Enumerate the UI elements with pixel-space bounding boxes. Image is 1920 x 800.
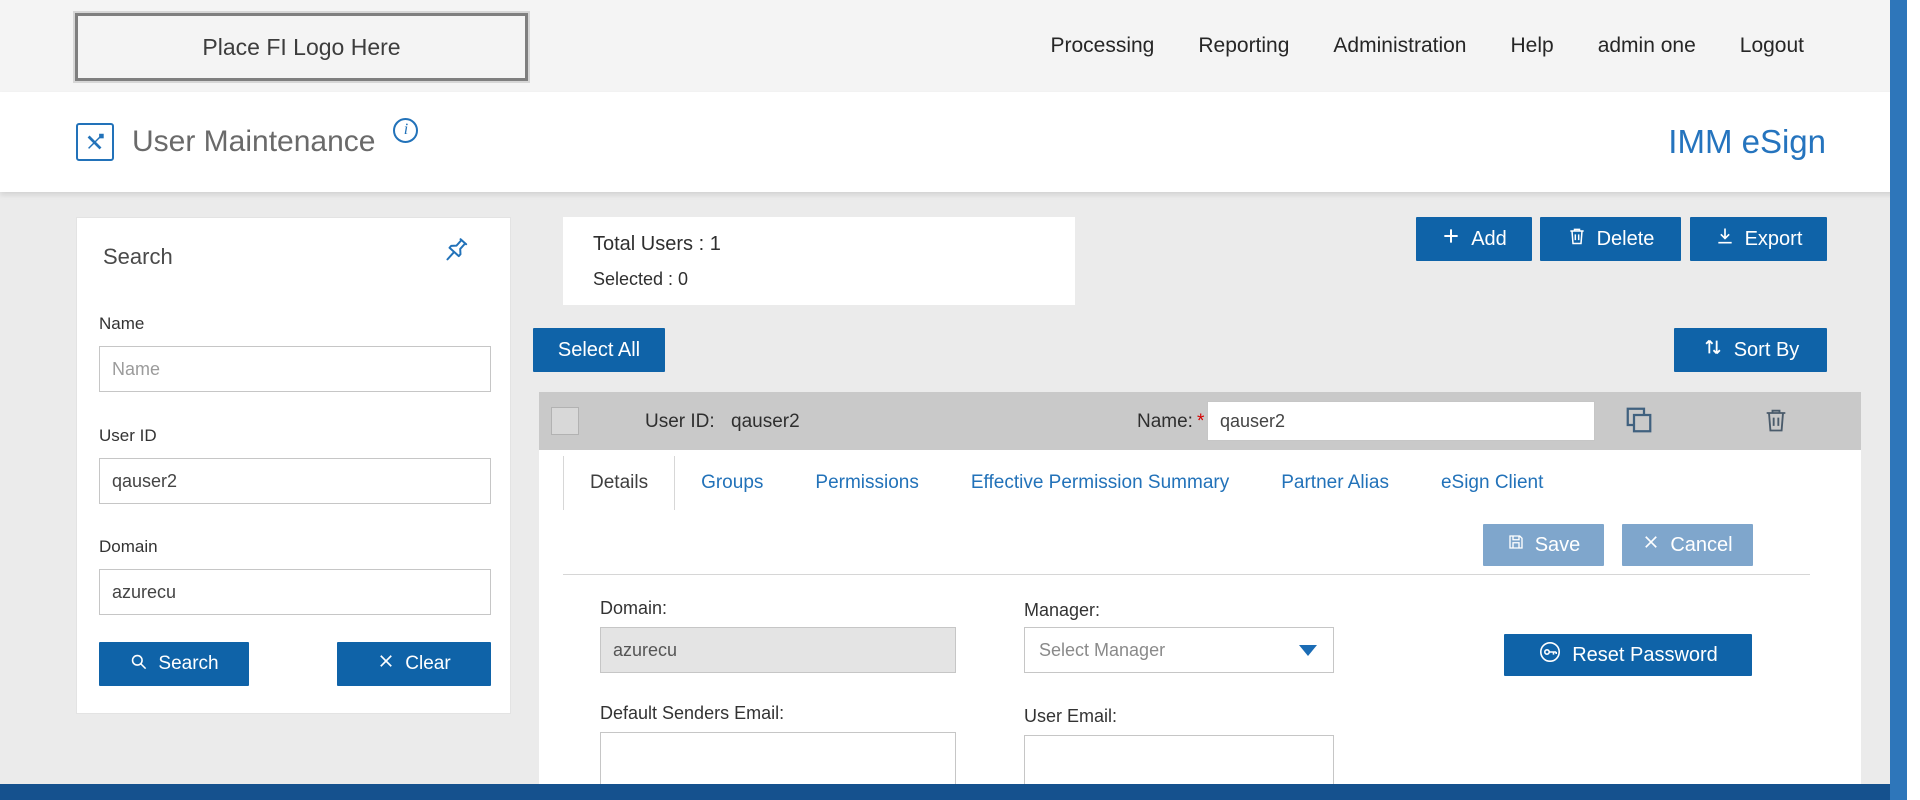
fi-logo-placeholder: Place FI Logo Here bbox=[75, 13, 528, 81]
copy-icon bbox=[1624, 405, 1654, 438]
save-button-label: Save bbox=[1535, 534, 1581, 557]
search-button[interactable]: Search bbox=[99, 642, 249, 686]
page-header: User Maintenance i IMM eSign bbox=[0, 92, 1920, 192]
row-name-input[interactable] bbox=[1207, 401, 1595, 441]
cancel-icon bbox=[1642, 533, 1660, 557]
user-record-row: User ID: qauser2 Name:* bbox=[539, 392, 1861, 450]
nav-help[interactable]: Help bbox=[1510, 34, 1553, 58]
user-detail-card: Details Groups Permissions Effective Per… bbox=[539, 450, 1861, 784]
clear-icon bbox=[377, 652, 395, 676]
default-senders-email-label: Default Senders Email: bbox=[600, 703, 784, 724]
pin-icon[interactable] bbox=[440, 236, 472, 268]
brand-logo: IMM eSign bbox=[1668, 92, 1826, 192]
selected-count-text: Selected : 0 bbox=[593, 269, 688, 290]
chevron-down-icon bbox=[1299, 645, 1317, 656]
default-senders-email-input[interactable] bbox=[600, 732, 956, 784]
tab-effective-permission-summary[interactable]: Effective Permission Summary bbox=[945, 456, 1255, 510]
save-button[interactable]: Save bbox=[1483, 524, 1604, 566]
form-domain-label: Domain: bbox=[600, 598, 667, 619]
top-nav: Processing Reporting Administration Help… bbox=[1050, 0, 1804, 92]
select-all-label: Select All bbox=[558, 339, 640, 362]
key-icon bbox=[1538, 640, 1562, 670]
search-button-label: Search bbox=[158, 653, 218, 675]
search-icon bbox=[129, 652, 148, 677]
delete-button-label: Delete bbox=[1597, 228, 1655, 251]
cancel-button-label: Cancel bbox=[1670, 534, 1732, 557]
delete-button[interactable]: Delete bbox=[1540, 217, 1681, 261]
page: Place FI Logo Here Processing Reporting … bbox=[0, 0, 1920, 800]
row-name-label-text: Name: bbox=[1137, 411, 1193, 432]
reset-password-button[interactable]: Reset Password bbox=[1504, 634, 1752, 676]
tab-groups[interactable]: Groups bbox=[675, 456, 789, 510]
manager-dropdown-value: Select Manager bbox=[1039, 640, 1165, 661]
row-user-id-value: qauser2 bbox=[731, 411, 800, 433]
add-button[interactable]: Add bbox=[1416, 217, 1532, 261]
export-button-label: Export bbox=[1745, 228, 1803, 251]
footer-bar bbox=[0, 784, 1920, 800]
user-id-label: User ID bbox=[99, 426, 157, 446]
user-maintenance-icon bbox=[76, 123, 114, 161]
top-bar: Place FI Logo Here Processing Reporting … bbox=[0, 0, 1920, 92]
search-panel: Search Name User ID Domain Search Clear bbox=[76, 217, 511, 714]
domain-input[interactable] bbox=[99, 569, 491, 615]
clear-button-label: Clear bbox=[405, 653, 450, 675]
row-trash-icon bbox=[1762, 406, 1790, 437]
user-id-input[interactable] bbox=[99, 458, 491, 504]
nav-logout[interactable]: Logout bbox=[1740, 34, 1804, 58]
nav-processing[interactable]: Processing bbox=[1050, 34, 1154, 58]
form-divider bbox=[563, 574, 1810, 575]
trash-icon bbox=[1567, 226, 1587, 252]
row-user-id-label: User ID: bbox=[645, 411, 715, 433]
tab-permissions[interactable]: Permissions bbox=[789, 456, 944, 510]
user-email-input[interactable] bbox=[1024, 735, 1334, 784]
cancel-button[interactable]: Cancel bbox=[1622, 524, 1753, 566]
page-header-left: User Maintenance i bbox=[76, 92, 418, 192]
delete-user-row-button[interactable] bbox=[1761, 406, 1791, 436]
nav-admin-user[interactable]: admin one bbox=[1598, 34, 1696, 58]
row-checkbox[interactable] bbox=[551, 407, 579, 435]
info-icon[interactable]: i bbox=[393, 118, 418, 143]
name-label: Name bbox=[99, 314, 144, 334]
nav-administration[interactable]: Administration bbox=[1333, 34, 1466, 58]
save-icon bbox=[1507, 533, 1525, 557]
total-users-text: Total Users : 1 bbox=[593, 233, 721, 256]
reset-password-label: Reset Password bbox=[1572, 644, 1718, 667]
name-input[interactable] bbox=[99, 346, 491, 392]
fi-logo-text: Place FI Logo Here bbox=[202, 34, 400, 61]
sort-by-button[interactable]: Sort By bbox=[1674, 328, 1827, 372]
page-title: User Maintenance bbox=[132, 125, 375, 159]
clear-button[interactable]: Clear bbox=[337, 642, 491, 686]
search-panel-title: Search bbox=[103, 244, 173, 270]
plus-icon bbox=[1441, 226, 1461, 252]
summary-box: Total Users : 1 Selected : 0 bbox=[563, 217, 1075, 305]
right-gutter bbox=[1907, 0, 1920, 800]
user-email-label: User Email: bbox=[1024, 706, 1117, 727]
download-icon bbox=[1715, 226, 1735, 252]
manager-dropdown[interactable]: Select Manager bbox=[1024, 627, 1334, 673]
row-name-label: Name:* bbox=[1137, 411, 1204, 433]
detail-tabs: Details Groups Permissions Effective Per… bbox=[563, 456, 1569, 510]
copy-user-button[interactable] bbox=[1623, 405, 1655, 437]
form-manager-label: Manager: bbox=[1024, 600, 1100, 621]
tab-details[interactable]: Details bbox=[563, 456, 675, 510]
tab-esign-client[interactable]: eSign Client bbox=[1415, 456, 1569, 510]
tab-partner-alias[interactable]: Partner Alias bbox=[1255, 456, 1415, 510]
export-button[interactable]: Export bbox=[1690, 217, 1827, 261]
form-domain-input bbox=[600, 627, 956, 673]
required-mark: * bbox=[1197, 411, 1204, 432]
select-all-button[interactable]: Select All bbox=[533, 328, 665, 372]
scrollbar[interactable] bbox=[1890, 0, 1907, 800]
domain-label: Domain bbox=[99, 537, 158, 557]
sort-arrows-icon bbox=[1702, 336, 1724, 364]
add-button-label: Add bbox=[1471, 228, 1507, 251]
nav-reporting[interactable]: Reporting bbox=[1198, 34, 1289, 58]
sort-by-label: Sort By bbox=[1734, 339, 1800, 362]
